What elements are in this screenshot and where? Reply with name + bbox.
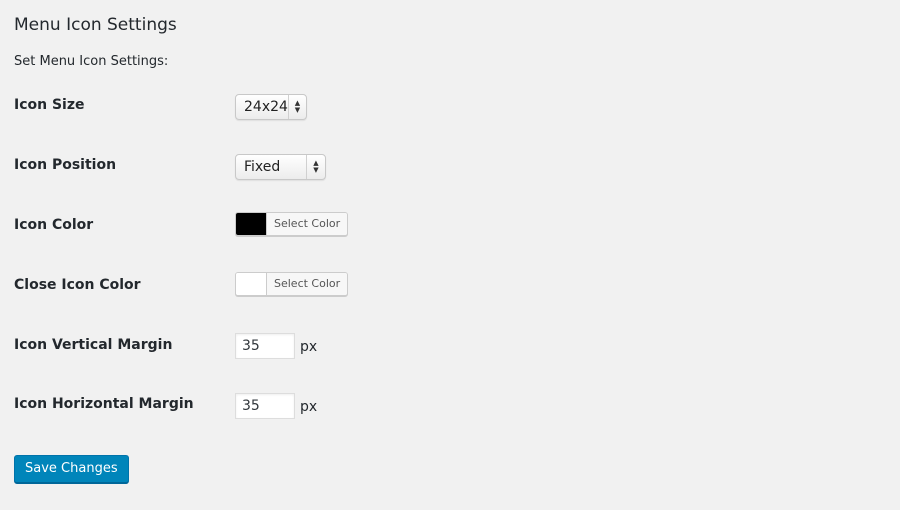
icon-size-select[interactable]: 24x24 ▲ ▼ [235,94,307,120]
icon-horizontal-margin-input[interactable] [235,393,295,419]
icon-vertical-margin-input[interactable] [235,333,295,359]
icon-vertical-margin-unit: px [300,339,318,355]
select-arrows-icon: ▲ ▼ [306,155,325,179]
settings-page: Menu Icon Settings Set Menu Icon Setting… [14,0,886,510]
icon-position-value: Fixed [244,159,281,175]
icon-position-label: Icon Position [14,157,117,173]
select-arrows-icon: ▲ ▼ [287,95,306,119]
page-subtitle: Set Menu Icon Settings: [14,54,169,69]
page-title: Menu Icon Settings [14,15,177,35]
icon-size-label: Icon Size [14,97,85,113]
icon-color-picker[interactable]: Select Color [235,212,349,236]
icon-horizontal-margin-unit: px [300,399,318,415]
close-icon-color-swatch[interactable] [236,273,267,295]
icon-vertical-margin-label: Icon Vertical Margin [14,337,173,353]
icon-size-value: 24x24 [244,99,288,115]
icon-color-swatch[interactable] [236,213,267,235]
close-icon-color-select-button[interactable]: Select Color [267,273,348,295]
icon-position-select[interactable]: Fixed ▲ ▼ [235,154,326,180]
save-changes-button[interactable]: Save Changes [14,455,129,483]
icon-color-label: Icon Color [14,217,94,233]
icon-horizontal-margin-label: Icon Horizontal Margin [14,396,194,412]
close-icon-color-picker[interactable]: Select Color [235,272,349,296]
icon-color-select-button[interactable]: Select Color [267,213,348,235]
close-icon-color-label: Close Icon Color [14,277,141,293]
